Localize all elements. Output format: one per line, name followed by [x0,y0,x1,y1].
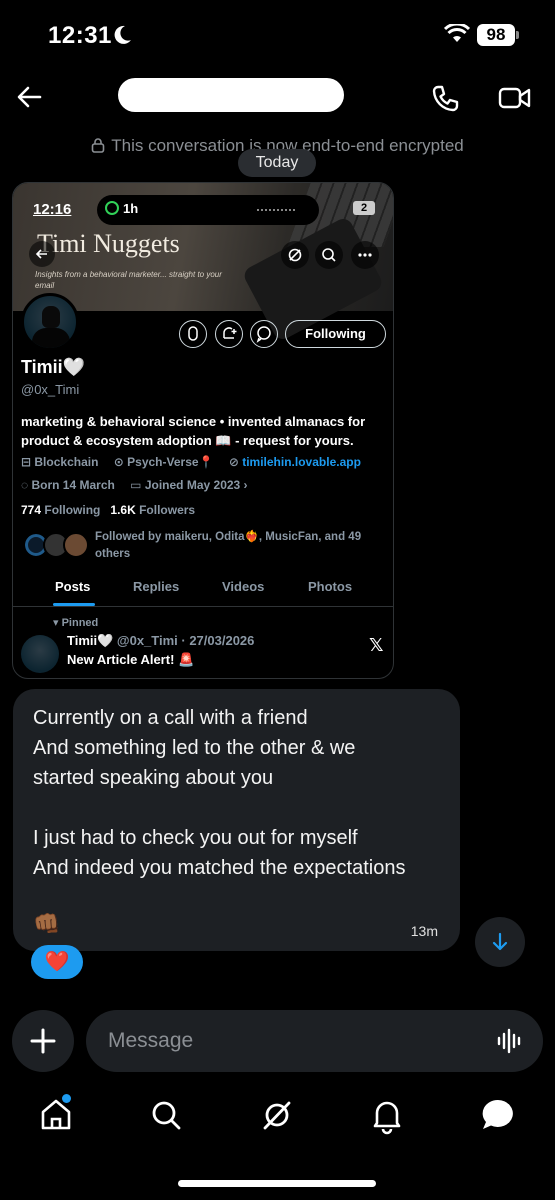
call-duration: 1h [123,201,139,216]
follow-counts: 774 Following 1.6K Followers [21,503,196,517]
call-indicator-icon [105,201,119,215]
followed-by-text: Followed by maikeru, Odita❤️‍🔥, MusicFan… [95,531,362,560]
battery-indicator: 98 [477,24,519,46]
profile-meta-row2: ◌ Born 14 March ▭ Joined May 2023 › [21,478,260,492]
follower-avatar [63,532,89,558]
arrow-down-icon [492,932,508,951]
briefcase-icon: ⊟ [21,455,35,469]
x-logo-icon: 𝕏 [369,635,384,655]
category-item: ⊟ Blockchain [21,455,99,469]
date-separator: Today [238,149,316,177]
home-notification-dot [62,1094,71,1103]
grok-icon [281,241,309,269]
location-item: ⊙ Psych-Verse📍 [113,455,214,469]
redacted-contact-name [118,78,344,112]
born-item: ◌ Born 14 March [21,478,115,492]
profile-avatar [21,293,79,351]
card-back-icon [29,241,55,267]
location-pin-icon: ⊙ [113,455,128,469]
link-icon: ⊘ [228,455,243,469]
pinned-post-avatar [21,635,59,673]
pinned-label: ▾ Pinned [53,617,99,629]
calendar-icon: ▭ [130,478,145,492]
following-button: Following [285,320,386,348]
voice-waveform-icon[interactable] [495,1026,525,1056]
joined-item: ▭ Joined May 2023 › [130,478,248,492]
lock-icon [91,138,105,153]
phone-call-icon[interactable] [430,84,460,114]
scroll-down-button[interactable] [475,917,525,967]
video-call-icon[interactable] [498,86,532,110]
card-battery: 2 [353,201,375,215]
message-time: 13m [410,923,438,939]
signal-dots [257,209,295,211]
status-time: 12:31 [48,22,112,49]
profile-handle: @0x_Timi [21,382,80,397]
tab-photos: Photos [308,579,353,594]
messages-nav-icon[interactable] [478,1095,518,1135]
card-more-icon [351,241,379,269]
profile-meta-row1: ⊟ Blockchain ⊙ Psych-Verse📍 ⊘ timilehin.… [21,455,373,469]
profile-bio: marketing & behavioral science • invente… [21,414,366,448]
home-indicator [178,1180,376,1187]
plus-icon [30,1028,56,1054]
pinned-post-text: New Article Alert! 🚨 [67,652,195,667]
grok-analyze-icon [179,320,207,348]
moon-icon [114,25,131,44]
card-call-indicator: 1h [105,201,138,216]
profile-name: Timii🤍 [21,357,86,377]
message-bubble[interactable]: Currently on a call with a friend And so… [13,689,460,951]
wifi-icon [444,24,470,42]
card-phone-time: 12:16 [33,201,72,218]
birthday-icon: ◌ [21,478,32,492]
back-arrow-icon[interactable] [16,84,42,110]
message-input[interactable]: Message [86,1010,543,1072]
banner-subtitle: Insights from a behavioral marketer... s… [35,270,222,290]
banner-title: Timi Nuggets [37,229,180,258]
grok-nav-icon[interactable] [258,1095,296,1135]
website-item: ⊘ timilehin.lovable.app [228,455,361,469]
card-search-icon [315,241,343,269]
heart-reaction[interactable]: ❤️ [31,945,83,979]
add-attachment-button[interactable] [12,1010,74,1072]
tab-posts: Posts [55,579,91,594]
message-text: Currently on a call with a friend And so… [33,707,406,879]
fist-emoji: 👊🏾 [33,911,61,936]
tab-divider [13,606,393,607]
shared-profile-card[interactable]: 12:16 1h 2 Timi Nuggets Insights from a … [12,182,394,679]
tab-replies: Replies [133,579,180,594]
pin-icon: ▾ [53,617,62,629]
notification-add-icon [215,320,243,348]
search-nav-icon[interactable] [148,1095,184,1135]
message-placeholder: Message [108,1029,194,1052]
tab-videos: Videos [222,579,265,594]
notifications-bell-icon[interactable] [368,1095,406,1135]
profile-banner: 12:16 1h 2 Timi Nuggets Insights from a … [13,183,393,343]
message-bubble-icon [250,320,278,348]
pinned-post-header: Timii🤍 @0x_Timi · 27/03/2026 [67,633,255,648]
